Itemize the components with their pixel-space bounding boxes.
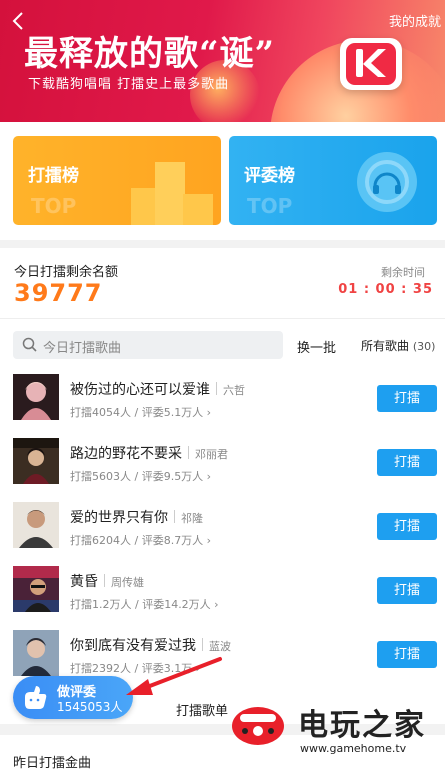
all-songs-label: 所有歌曲 xyxy=(361,339,410,353)
vote-button[interactable]: 打擂 xyxy=(377,641,437,668)
album-cover xyxy=(13,374,59,420)
arena-leaderboard-card[interactable]: 打擂榜 TOP xyxy=(13,136,221,225)
refresh-button[interactable]: 换一批 xyxy=(297,337,336,356)
song-title: 黄昏 周传雄 xyxy=(70,574,144,590)
site-watermark: 电玩之家 www.gamehome.tv xyxy=(226,700,445,760)
vote-playlist-link[interactable]: 打擂歌单 xyxy=(176,700,228,719)
song-artist: 蓝波 xyxy=(209,640,231,653)
album-cover xyxy=(13,630,59,676)
vote-button[interactable]: 打擂 xyxy=(377,577,437,604)
quota-panel: 今日打擂剩余名额 39777 剩余时间 01 : 00 : 35 xyxy=(0,248,445,318)
time-remaining-value: 01 : 00 : 35 xyxy=(338,282,433,297)
quota-value: 39777 xyxy=(14,279,103,307)
bar-chart-icon xyxy=(131,162,213,225)
promo-banner[interactable]: 我的成就 最释放的歌“诞” 下载酷狗唱唱 打擂史上最多歌曲 xyxy=(0,0,445,122)
vote-button[interactable]: 打擂 xyxy=(377,513,437,540)
song-title: 爱的世界只有你 祁隆 xyxy=(70,510,203,526)
song-row[interactable]: 黄昏 周传雄 打擂1.2万人 / 评委14.2万人 › 打擂 xyxy=(0,566,445,630)
kugou-k-logo-icon xyxy=(340,38,402,90)
watermark-name: 电玩之家 xyxy=(298,708,426,743)
song-title: 被伤过的心还可以爱谁 六哲 xyxy=(70,382,245,398)
gamepad-logo-icon xyxy=(232,707,284,745)
album-cover xyxy=(13,502,59,548)
song-row[interactable]: 爱的世界只有你 祁隆 打擂6204人 / 评委8.7万人 › 打擂 xyxy=(0,502,445,566)
song-stats: 打擂4054人 / 评委5.1万人 › xyxy=(70,406,212,419)
song-stats: 打擂1.2万人 / 评委14.2万人 › xyxy=(70,598,219,611)
thumbs-up-icon xyxy=(25,686,47,709)
leaderboard-cards: 打擂榜 TOP 评委榜 TOP xyxy=(0,122,445,240)
song-artist: 邓丽君 xyxy=(195,448,228,461)
headphone-icon xyxy=(357,152,417,212)
time-remaining-label: 剩余时间 xyxy=(381,266,425,279)
song-row[interactable]: 路边的野花不要采 邓丽君 打擂5603人 / 评委9.5万人 › 打擂 xyxy=(0,438,445,502)
song-row[interactable]: 被伤过的心还可以爱谁 六哲 打擂4054人 / 评委5.1万人 › 打擂 xyxy=(0,374,445,438)
album-cover xyxy=(13,438,59,484)
song-title: 路边的野花不要采 邓丽君 xyxy=(70,446,228,462)
my-results-link[interactable]: 我的成就 xyxy=(389,11,441,30)
banner-subtitle: 下载酷狗唱唱 打擂史上最多歌曲 xyxy=(28,77,230,92)
become-judge-button[interactable]: 做评委 1545053人 xyxy=(13,676,133,719)
judge-leaderboard-label: 评委榜 xyxy=(244,166,295,186)
song-artist: 周传雄 xyxy=(111,576,144,589)
search-placeholder: 今日打擂歌曲 xyxy=(43,341,122,356)
vote-button[interactable]: 打擂 xyxy=(377,385,437,412)
watermark-url: www.gamehome.tv xyxy=(300,742,407,755)
top-watermark: TOP xyxy=(31,194,77,218)
all-songs-count: (30) xyxy=(412,340,436,353)
quota-label: 今日打擂剩余名额 xyxy=(14,265,119,280)
all-songs-link[interactable]: 所有歌曲 (30) xyxy=(361,337,435,354)
song-artist: 祁隆 xyxy=(181,512,203,525)
search-input[interactable]: 今日打擂歌曲 xyxy=(13,331,283,359)
vote-button[interactable]: 打擂 xyxy=(377,449,437,476)
song-artist: 六哲 xyxy=(223,384,245,397)
app-root: 我的成就 最释放的歌“诞” 下载酷狗唱唱 打擂史上最多歌曲 打擂榜 TOP 评委… xyxy=(0,0,445,775)
album-cover xyxy=(13,566,59,612)
arena-leaderboard-label: 打擂榜 xyxy=(28,166,79,186)
top-watermark: TOP xyxy=(247,194,293,218)
judge-count: 1545053人 xyxy=(57,700,123,714)
song-stats: 打擂5603人 / 评委9.5万人 › xyxy=(70,470,212,483)
search-icon xyxy=(22,337,37,352)
yesterday-label: 昨日打擂金曲 xyxy=(13,756,92,771)
banner-title: 最释放的歌“诞” xyxy=(24,34,276,74)
song-stats: 打擂6204人 / 评委8.7万人 › xyxy=(70,534,212,547)
annotation-arrow-icon xyxy=(126,657,222,695)
judge-leaderboard-card[interactable]: 评委榜 TOP xyxy=(229,136,437,225)
song-title: 你到底有没有爱过我 蓝波 xyxy=(70,638,231,654)
